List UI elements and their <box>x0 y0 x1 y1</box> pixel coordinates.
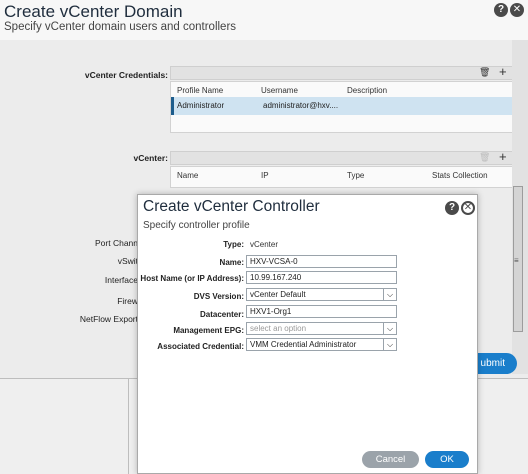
scrollbar-grip-icon: ≡ <box>514 256 519 265</box>
type-label: Type: <box>223 240 244 249</box>
vcenter-trash-icon: 🗑 <box>479 152 491 162</box>
host-label: Host Name (or IP Address): <box>140 274 244 283</box>
footer-divider <box>128 378 129 474</box>
credentials-row-username: administrator@hxv.... <box>263 101 339 110</box>
vcenter-col-stats: Stats Collection <box>432 171 488 180</box>
vcenter-col-type: Type <box>347 171 365 180</box>
chevron-down-icon: ⌵ <box>383 339 396 350</box>
dvs-select[interactable]: vCenter Default ⌵ <box>246 288 397 301</box>
credentials-trash-icon[interactable]: 🗑 <box>479 67 490 78</box>
ok-button[interactable]: OK <box>425 451 469 468</box>
cred-select[interactable]: VMM Credential Administrator ⌵ <box>246 338 397 351</box>
credentials-add-icon[interactable]: + <box>499 64 507 79</box>
epg-select[interactable]: select an option ⌵ <box>246 322 397 335</box>
cred-value: VMM Credential Administrator <box>250 340 357 349</box>
name-label: Name: <box>219 258 244 267</box>
credentials-toolbar <box>170 66 513 80</box>
host-input[interactable]: 10.99.167.240 <box>246 271 397 284</box>
datacenter-label: Datacenter: <box>199 310 244 319</box>
epg-placeholder: select an option <box>250 324 307 333</box>
inner-title: Create vCenter Controller <box>143 198 320 215</box>
credentials-col-profile: Profile Name <box>177 86 224 95</box>
type-value: vCenter <box>250 240 279 249</box>
chevron-down-icon: ⌵ <box>383 323 396 334</box>
credentials-row-profile: Administrator <box>177 101 225 110</box>
vcenter-add-icon[interactable]: + <box>499 149 507 164</box>
name-input[interactable]: HXV-VCSA-0 <box>246 255 397 268</box>
credentials-label: vCenter Credentials: <box>84 70 168 80</box>
epg-label: Management EPG: <box>173 326 244 335</box>
vcenter-label: vCenter: <box>133 153 168 163</box>
cred-label: Associated Credential: <box>157 342 244 351</box>
credentials-col-description: Description <box>347 86 388 95</box>
credentials-col-username: Username <box>261 86 298 95</box>
outer-close-icon[interactable]: ✕ <box>510 3 524 17</box>
outer-help-icon[interactable]: ? <box>494 3 508 17</box>
outer-subtitle: Specify vCenter domain users and control… <box>4 21 237 33</box>
vcenter-toolbar <box>170 151 513 165</box>
inner-close-icon[interactable]: ✕ <box>461 201 475 215</box>
vcenter-col-ip: IP <box>261 171 269 180</box>
outer-title: Create vCenter Domain <box>4 2 183 21</box>
vcenter-col-name: Name <box>177 171 199 180</box>
inner-subtitle: Specify controller profile <box>143 220 250 231</box>
dvs-value: vCenter Default <box>250 290 306 299</box>
dvs-label: DVS Version: <box>193 292 244 301</box>
datacenter-input[interactable]: HXV1-Org1 <box>246 305 397 318</box>
chevron-down-icon: ⌵ <box>383 289 396 300</box>
cancel-button[interactable]: Cancel <box>362 451 419 468</box>
inner-help-icon[interactable]: ? <box>445 201 459 215</box>
